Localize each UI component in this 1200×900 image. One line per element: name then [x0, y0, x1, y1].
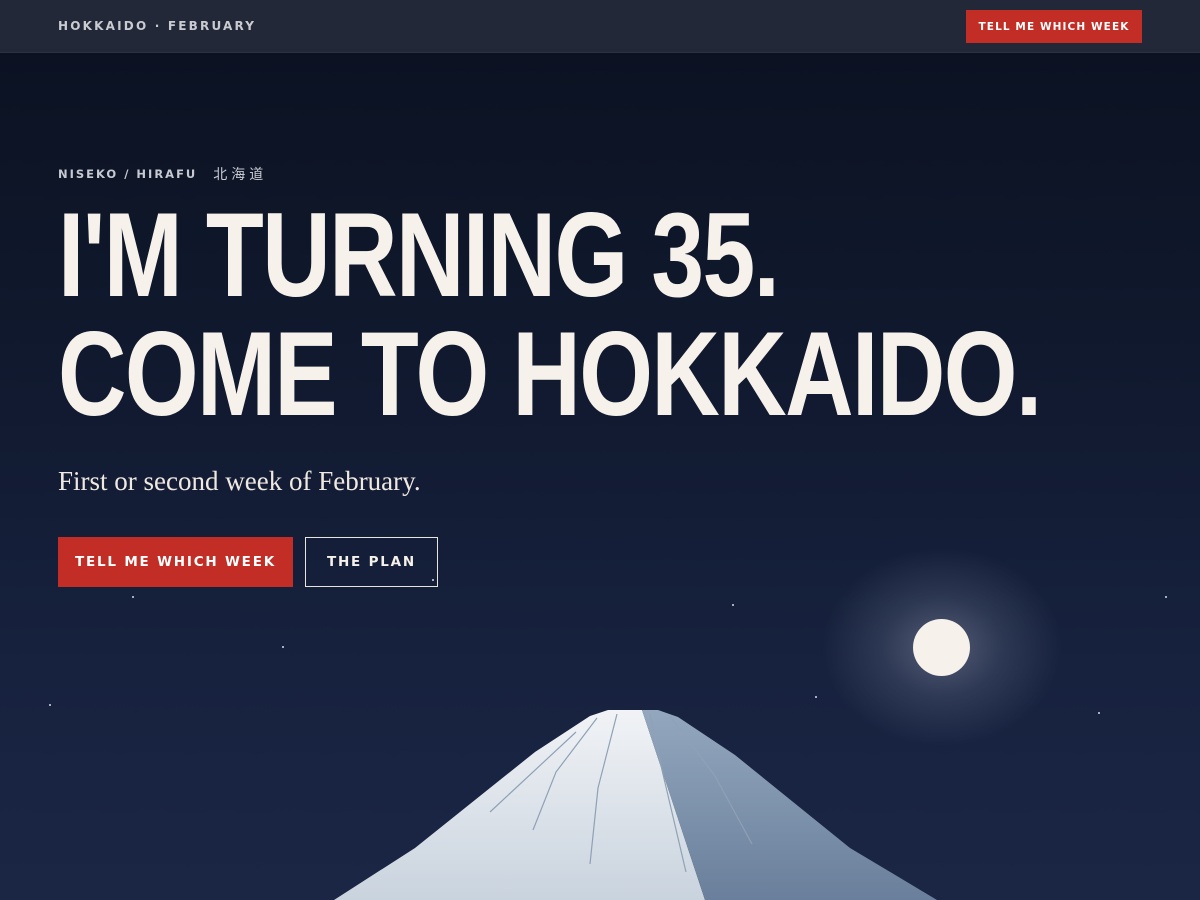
nav-tell-me-which-week-button[interactable]: TELL ME WHICH WEEK: [966, 10, 1142, 43]
star: [282, 646, 284, 648]
mountain-lit-face: [334, 710, 705, 900]
moon-icon: [913, 619, 970, 676]
mountain-ridges: [489, 713, 753, 873]
night-scene: [0, 0, 1200, 900]
mountain-shaded-face: [642, 710, 937, 900]
hero-headline: I'M TURNING 35. COME TO HOKKAIDO.: [58, 188, 1200, 441]
hero-subheading: First or second week of February.: [58, 466, 421, 496]
star: [132, 596, 134, 598]
top-nav-bar: HOKKAIDO · FEBRUARY TELL ME WHICH WEEK: [0, 0, 1200, 53]
mountain-illustration: [334, 710, 937, 900]
tell-me-which-week-button[interactable]: TELL ME WHICH WEEK: [58, 537, 293, 587]
moon-glow: [821, 547, 1063, 747]
headline-line-1: I'M TURNING 35.: [58, 188, 780, 322]
star: [1165, 596, 1167, 598]
star: [1098, 712, 1100, 714]
star: [732, 604, 734, 606]
location-label: NISEKO / HIRAFU: [58, 167, 198, 181]
the-plan-button[interactable]: THE PLAN: [305, 537, 438, 587]
headline-line-2: COME TO HOKKAIDO.: [58, 307, 1042, 441]
star: [49, 704, 51, 706]
star: [815, 696, 817, 698]
hero-eyebrow: NISEKO / HIRAFU 北海道: [58, 164, 267, 184]
brand-title[interactable]: HOKKAIDO · FEBRUARY: [58, 19, 256, 33]
kanji-label: 北海道: [213, 167, 268, 183]
